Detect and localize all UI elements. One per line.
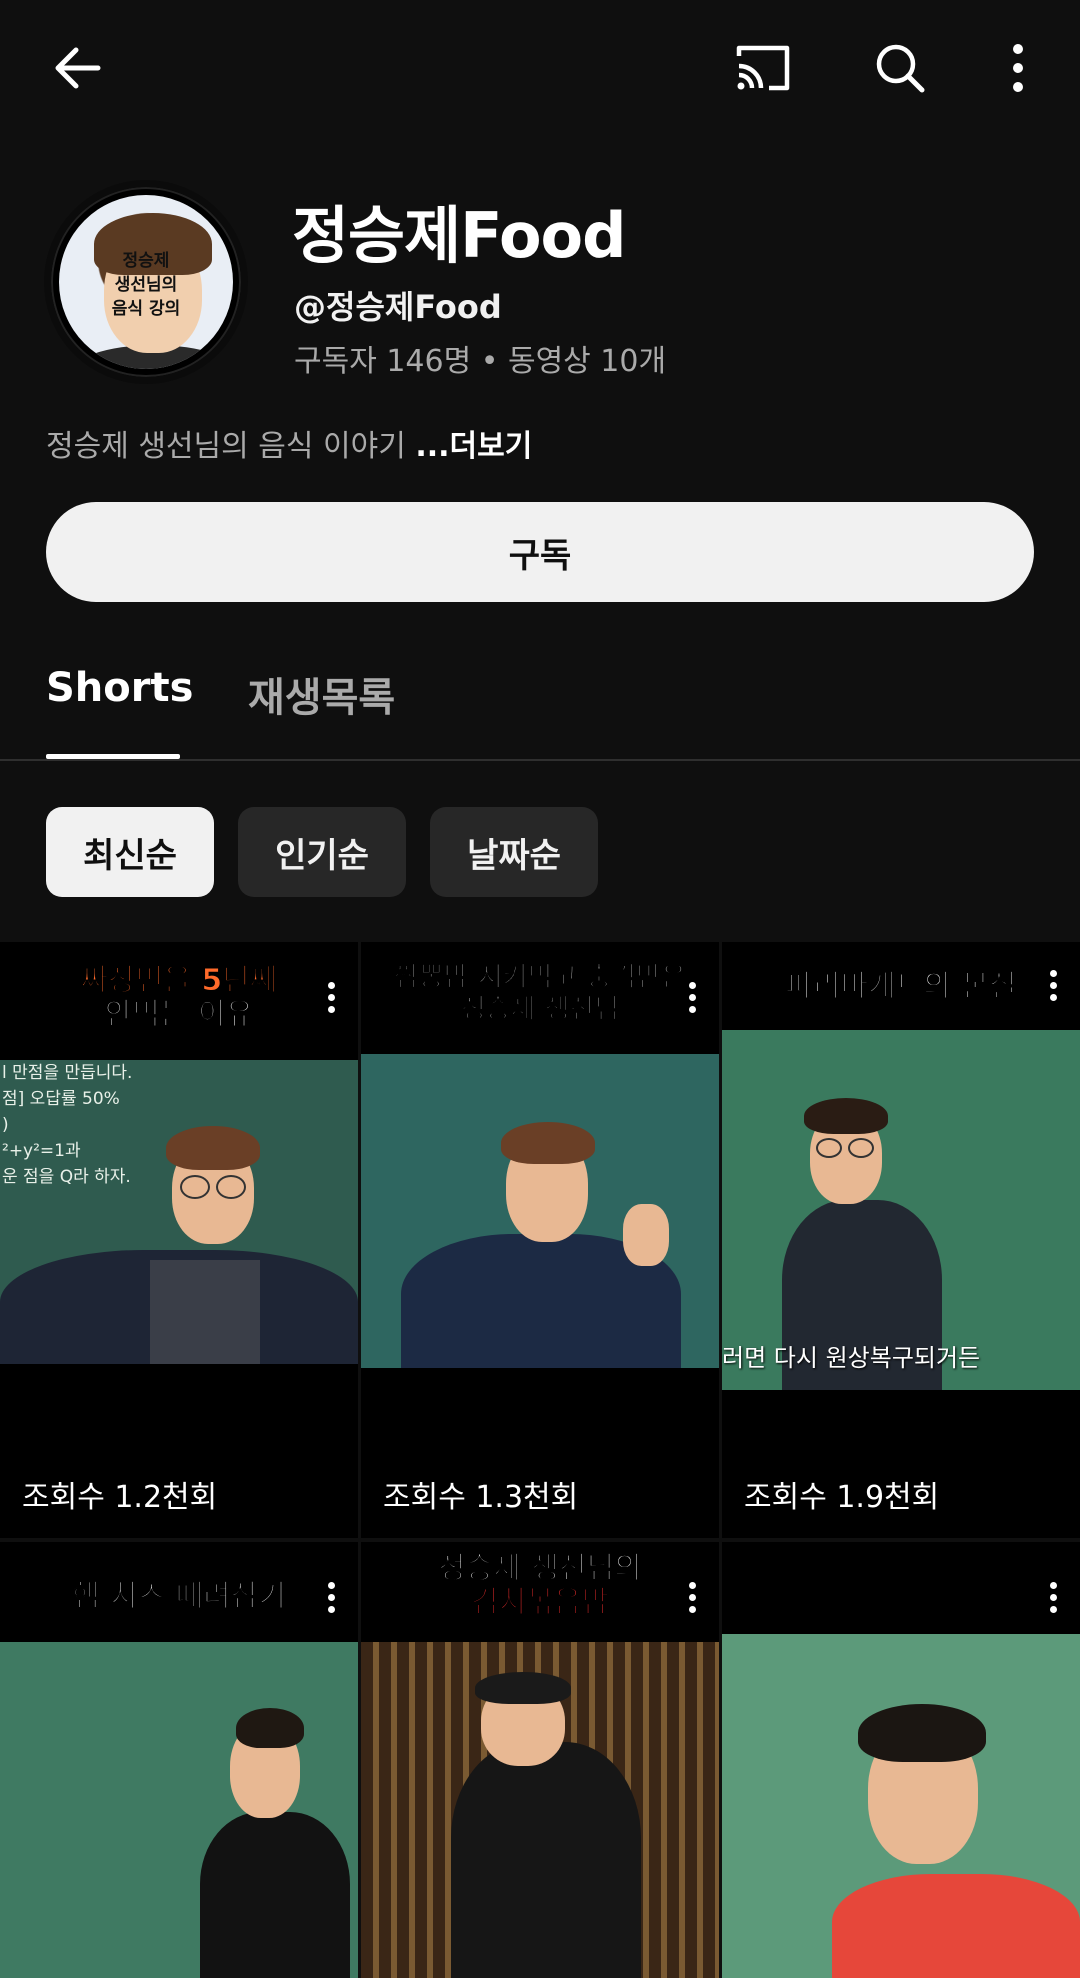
avatar-image: 정승제 생선님의 음식 강의 bbox=[59, 195, 233, 369]
short-card[interactable]: 짬뽕밥 시켜먹고 충격받은 정승제 생선님 조회수 1.3천회 bbox=[361, 942, 719, 1538]
short-views: 조회수 1.9천회 bbox=[744, 1480, 940, 1515]
channel-stats: 구독자 146명 • 동영상 10개 bbox=[294, 344, 667, 379]
tab-shorts[interactable]: Shorts bbox=[46, 665, 193, 711]
short-more-button[interactable] bbox=[316, 1572, 346, 1622]
cast-icon bbox=[736, 45, 790, 91]
short-card[interactable]: 정승제 생선님의 김치볶음밥 bbox=[361, 1542, 719, 1978]
channel-description[interactable]: 정승제 생선님의 음식 이야기 ...더보기 bbox=[46, 421, 532, 465]
channel-avatar[interactable]: 정승제 생선님의 음식 강의 bbox=[44, 180, 248, 384]
short-more-button[interactable] bbox=[1038, 1572, 1068, 1622]
short-thumbnail: 러면 다시 원상복구되거든 bbox=[722, 1030, 1080, 1390]
cast-button[interactable] bbox=[725, 30, 801, 106]
channel-name: 정승제Food bbox=[292, 199, 627, 272]
short-caption: 정승제 생선님의 bbox=[438, 1551, 643, 1586]
subscribe-button[interactable]: 구독 bbox=[46, 502, 1034, 602]
board-text: l 만점을 만듭니다. 점] 오답률 50% ) ²+y²=1과 운 점을 Q라… bbox=[2, 1063, 133, 1187]
short-thumbnail: l 만점을 만듭니다. 점] 오답률 50% ) ²+y²=1과 운 점을 Q라… bbox=[0, 1060, 358, 1364]
search-button[interactable] bbox=[862, 30, 938, 106]
short-card[interactable]: 짜장면을 5년째 안먹는 이유 l 만점을 만듭니다. 점] 오답률 50% )… bbox=[0, 942, 358, 1538]
more-options-button[interactable] bbox=[980, 30, 1056, 106]
short-caption: 안먹는 이유 bbox=[104, 997, 254, 1032]
short-thumbnail bbox=[0, 1642, 358, 1978]
short-thumbnail bbox=[722, 1634, 1080, 1978]
description-text: 정승제 생선님의 음식 이야기 bbox=[46, 429, 416, 464]
tab-playlists[interactable]: 재생목록 bbox=[248, 665, 395, 723]
channel-handle: @정승제Food bbox=[294, 288, 502, 326]
short-caption: 파리바게트의 본질 bbox=[785, 969, 1017, 1004]
chip-date[interactable]: 날짜순 bbox=[430, 807, 598, 897]
short-subtitle: 러면 다시 원상복구되거든 bbox=[722, 1344, 981, 1372]
back-button[interactable] bbox=[40, 30, 116, 106]
arrow-left-icon bbox=[55, 47, 101, 89]
short-more-button[interactable] bbox=[316, 972, 346, 1022]
short-more-button[interactable] bbox=[1038, 960, 1068, 1010]
tab-divider bbox=[0, 759, 1080, 761]
chip-latest[interactable]: 최신순 bbox=[46, 807, 214, 897]
short-caption: 짬뽕밥 시켜먹고 충격받은 bbox=[393, 962, 687, 994]
chip-popular[interactable]: 인기순 bbox=[238, 807, 406, 897]
more-link[interactable]: ...더보기 bbox=[415, 429, 532, 464]
short-caption: 정승제 생선님 bbox=[460, 994, 620, 1026]
short-caption: 짜장면을 5년째 bbox=[80, 963, 278, 998]
more-vertical-icon bbox=[1013, 44, 1023, 92]
short-more-button[interactable] bbox=[677, 972, 707, 1022]
search-icon bbox=[876, 44, 925, 93]
short-card[interactable] bbox=[722, 1542, 1080, 1978]
short-views: 조회수 1.3천회 bbox=[383, 1480, 579, 1515]
avatar-text: 정승제 생선님의 음식 강의 bbox=[111, 251, 181, 319]
short-more-button[interactable] bbox=[677, 1572, 707, 1622]
short-thumbnail bbox=[361, 1642, 719, 1978]
short-views: 조회수 1.2천회 bbox=[22, 1480, 218, 1515]
top-app-bar bbox=[0, 0, 1080, 140]
short-caption: 햄 치즈 때려잡기 bbox=[71, 1579, 287, 1614]
short-thumbnail bbox=[361, 1054, 719, 1368]
short-card[interactable]: 파리바게트의 본질 러면 다시 원상복구되거든 조회수 1.9천회 bbox=[722, 942, 1080, 1538]
short-caption: 김치볶음밥 bbox=[471, 1585, 610, 1620]
short-card[interactable]: 햄 치즈 때려잡기 bbox=[0, 1542, 358, 1978]
